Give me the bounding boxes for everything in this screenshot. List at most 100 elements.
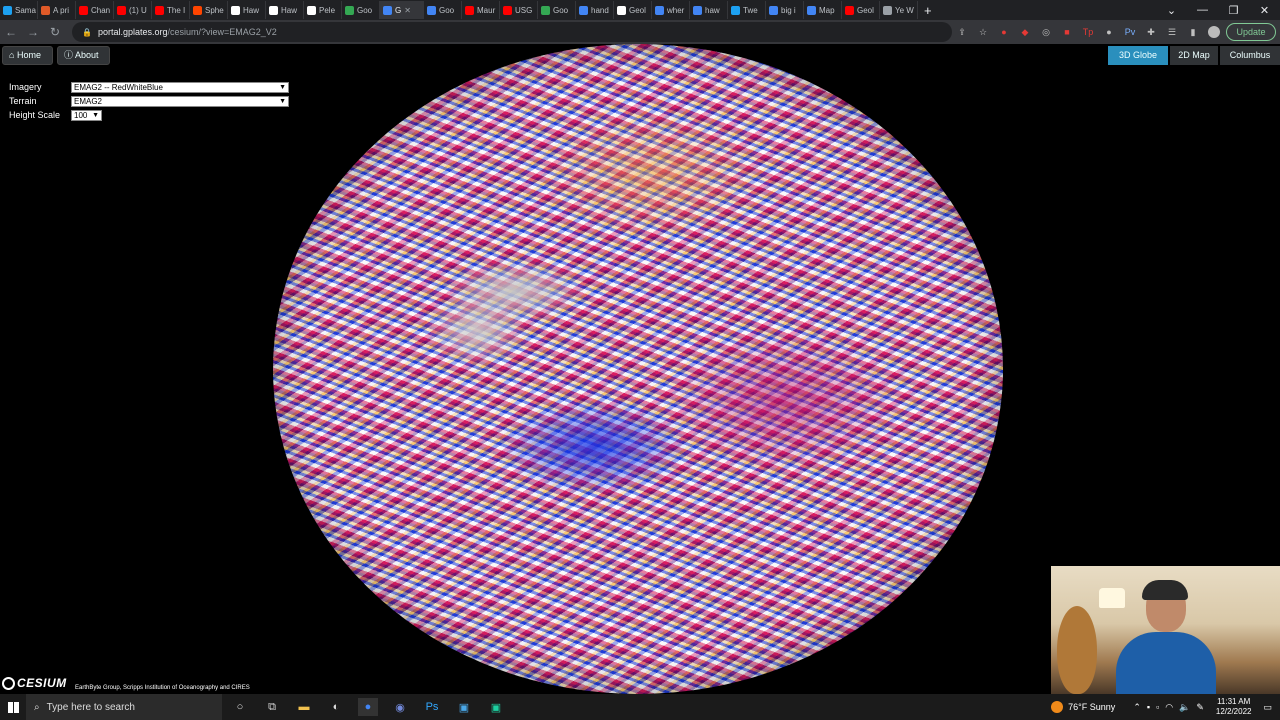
extension-icon[interactable]: ◎ — [1040, 26, 1052, 38]
clock[interactable]: 11:31 AM 12/2/2022 — [1216, 697, 1252, 717]
home-label: Home — [16, 50, 41, 60]
bookmark-star-icon[interactable]: ☆ — [977, 26, 989, 38]
side-panel-icon[interactable]: ▮ — [1187, 26, 1199, 38]
maps-icon — [541, 5, 550, 15]
browser-tab[interactable]: Haw — [266, 1, 304, 19]
wikipedia-icon — [617, 5, 626, 15]
taskbar-search[interactable]: ⌕ Type here to search — [26, 694, 222, 720]
app-icon[interactable]: ◐ — [326, 698, 346, 716]
minimize-icon[interactable]: — — [1187, 4, 1218, 16]
maps-icon — [345, 5, 354, 15]
browser-tab[interactable]: A pri — [38, 1, 76, 19]
globe[interactable] — [273, 44, 1003, 694]
browser-tab[interactable]: Twe — [728, 1, 766, 19]
browser-tab[interactable]: Geol — [614, 1, 652, 19]
browser-tab[interactable]: Chan — [76, 1, 114, 19]
back-icon[interactable]: ← — [0, 25, 22, 39]
search-icon: ⌕ — [34, 701, 40, 713]
cortana-icon[interactable]: ○ — [230, 698, 250, 716]
start-button[interactable] — [0, 694, 26, 720]
tab-label: Geol — [857, 5, 874, 15]
mode-3d-globe-button[interactable]: 3D Globe — [1108, 46, 1168, 65]
chevron-down-icon: ▼ — [92, 111, 99, 119]
browser-tab[interactable]: (1) U — [114, 1, 152, 19]
chevron-up-icon[interactable]: ⌃ — [1133, 702, 1141, 713]
puzzle-icon[interactable]: ✚ — [1145, 26, 1157, 38]
app-icon[interactable]: ▣ — [486, 698, 506, 716]
address-bar: ← → ↻ 🔒 portal.gplates.org/cesium/?view=… — [0, 20, 1280, 44]
browser-tab[interactable]: wher — [652, 1, 690, 19]
cesium-viewer[interactable]: ⌂ Home ⓘ About 3D Globe 2D Map Columbus … — [0, 44, 1280, 694]
url-field[interactable]: 🔒 portal.gplates.org/cesium/?view=EMAG2_… — [72, 22, 952, 42]
share-icon[interactable]: ⇪ — [956, 26, 968, 38]
tray-app-icon[interactable]: ▪ — [1147, 702, 1150, 712]
update-button[interactable]: Update — [1226, 23, 1276, 41]
home-button[interactable]: ⌂ Home — [2, 46, 53, 65]
google-icon — [383, 5, 392, 15]
tab-label: (1) U — [129, 5, 147, 15]
height-scale-select[interactable]: 100 ▼ — [71, 109, 102, 121]
about-button[interactable]: ⓘ About — [57, 46, 110, 65]
terrain-select[interactable]: EMAG2 ▼ — [71, 95, 289, 107]
restore-icon[interactable]: ❐ — [1218, 4, 1249, 17]
browser-tab[interactable]: Goo — [538, 1, 576, 19]
browser-tab[interactable]: Sphe — [190, 1, 228, 19]
cesium-logo[interactable]: CESIUM — [2, 676, 67, 690]
taskbar-apps: ○ ⧉ ▬ ◐ ● ◉ Ps ▣ ▣ — [230, 698, 506, 716]
network-icon[interactable]: ◠ — [1165, 702, 1173, 713]
browser-tab[interactable]: Map — [804, 1, 842, 19]
pen-icon[interactable]: ✎ — [1196, 702, 1204, 713]
imagery-select[interactable]: EMAG2 -- RedWhiteBlue ▼ — [71, 81, 289, 93]
tab-label: Haw — [243, 5, 260, 15]
browser-tab[interactable]: Geol — [842, 1, 880, 19]
browser-tab[interactable]: The I — [152, 1, 190, 19]
browser-tab[interactable]: Maur — [462, 1, 500, 19]
browser-tab[interactable]: Goo — [342, 1, 380, 19]
browser-tab[interactable]: G ✕ — [380, 1, 424, 19]
task-view-icon[interactable]: ⧉ — [262, 698, 282, 716]
tab-label: wher — [667, 5, 685, 15]
weather-widget[interactable]: 76°F Sunny — [1051, 701, 1115, 713]
close-icon[interactable]: ✕ — [1249, 4, 1280, 17]
browser-tab[interactable]: big i — [766, 1, 804, 19]
new-tab-icon[interactable]: + — [924, 3, 932, 18]
tab-close-icon[interactable]: ✕ — [404, 6, 411, 15]
forward-icon[interactable]: → — [22, 25, 44, 39]
extension-icon[interactable]: ● — [998, 26, 1010, 38]
browser-tab[interactable]: hand — [576, 1, 614, 19]
browser-tab[interactable]: Haw — [228, 1, 266, 19]
browser-tab[interactable]: Sama — [0, 1, 38, 19]
chrome-icon[interactable]: ● — [358, 698, 378, 716]
browser-tab[interactable]: Pele — [304, 1, 342, 19]
extension-icon[interactable]: Tp — [1082, 26, 1094, 38]
extension-icon[interactable]: ■ — [1061, 26, 1073, 38]
browser-tab[interactable]: Ye W — [880, 1, 918, 19]
tab-label: Maur — [477, 5, 496, 15]
browser-tab[interactable]: haw — [690, 1, 728, 19]
tab-label: Twe — [743, 5, 758, 15]
app-icon[interactable]: ▣ — [454, 698, 474, 716]
extension-icon[interactable]: ● — [1103, 26, 1115, 38]
file-explorer-icon[interactable]: ▬ — [294, 698, 314, 716]
extension-icon[interactable]: Pv — [1124, 26, 1136, 38]
google-icon — [693, 5, 702, 15]
tab-search-icon[interactable]: ⌄ — [1156, 4, 1187, 17]
tab-label: hand — [591, 5, 609, 15]
reload-icon[interactable]: ↻ — [44, 25, 66, 39]
browser-tab[interactable]: Goo — [424, 1, 462, 19]
notifications-icon[interactable]: ▭ — [1263, 702, 1272, 713]
mode-2d-map-button[interactable]: 2D Map — [1170, 46, 1218, 65]
browser-tab[interactable]: USG — [500, 1, 538, 19]
volume-icon[interactable]: 🔈 — [1179, 702, 1190, 713]
tab-label: Chan — [91, 5, 111, 15]
tray-app-icon[interactable]: ▫ — [1156, 702, 1159, 712]
tab-label: G — [395, 5, 402, 15]
discord-icon[interactable]: ◉ — [390, 698, 410, 716]
tab-label: A pri — [53, 5, 70, 15]
tab-label: Map — [819, 5, 835, 15]
extension-icon[interactable]: ◆ — [1019, 26, 1031, 38]
reading-list-icon[interactable]: ☰ — [1166, 26, 1178, 38]
photoshop-icon[interactable]: Ps — [422, 698, 442, 716]
avatar[interactable] — [1208, 26, 1220, 38]
mode-columbus-button[interactable]: Columbus — [1220, 46, 1280, 65]
